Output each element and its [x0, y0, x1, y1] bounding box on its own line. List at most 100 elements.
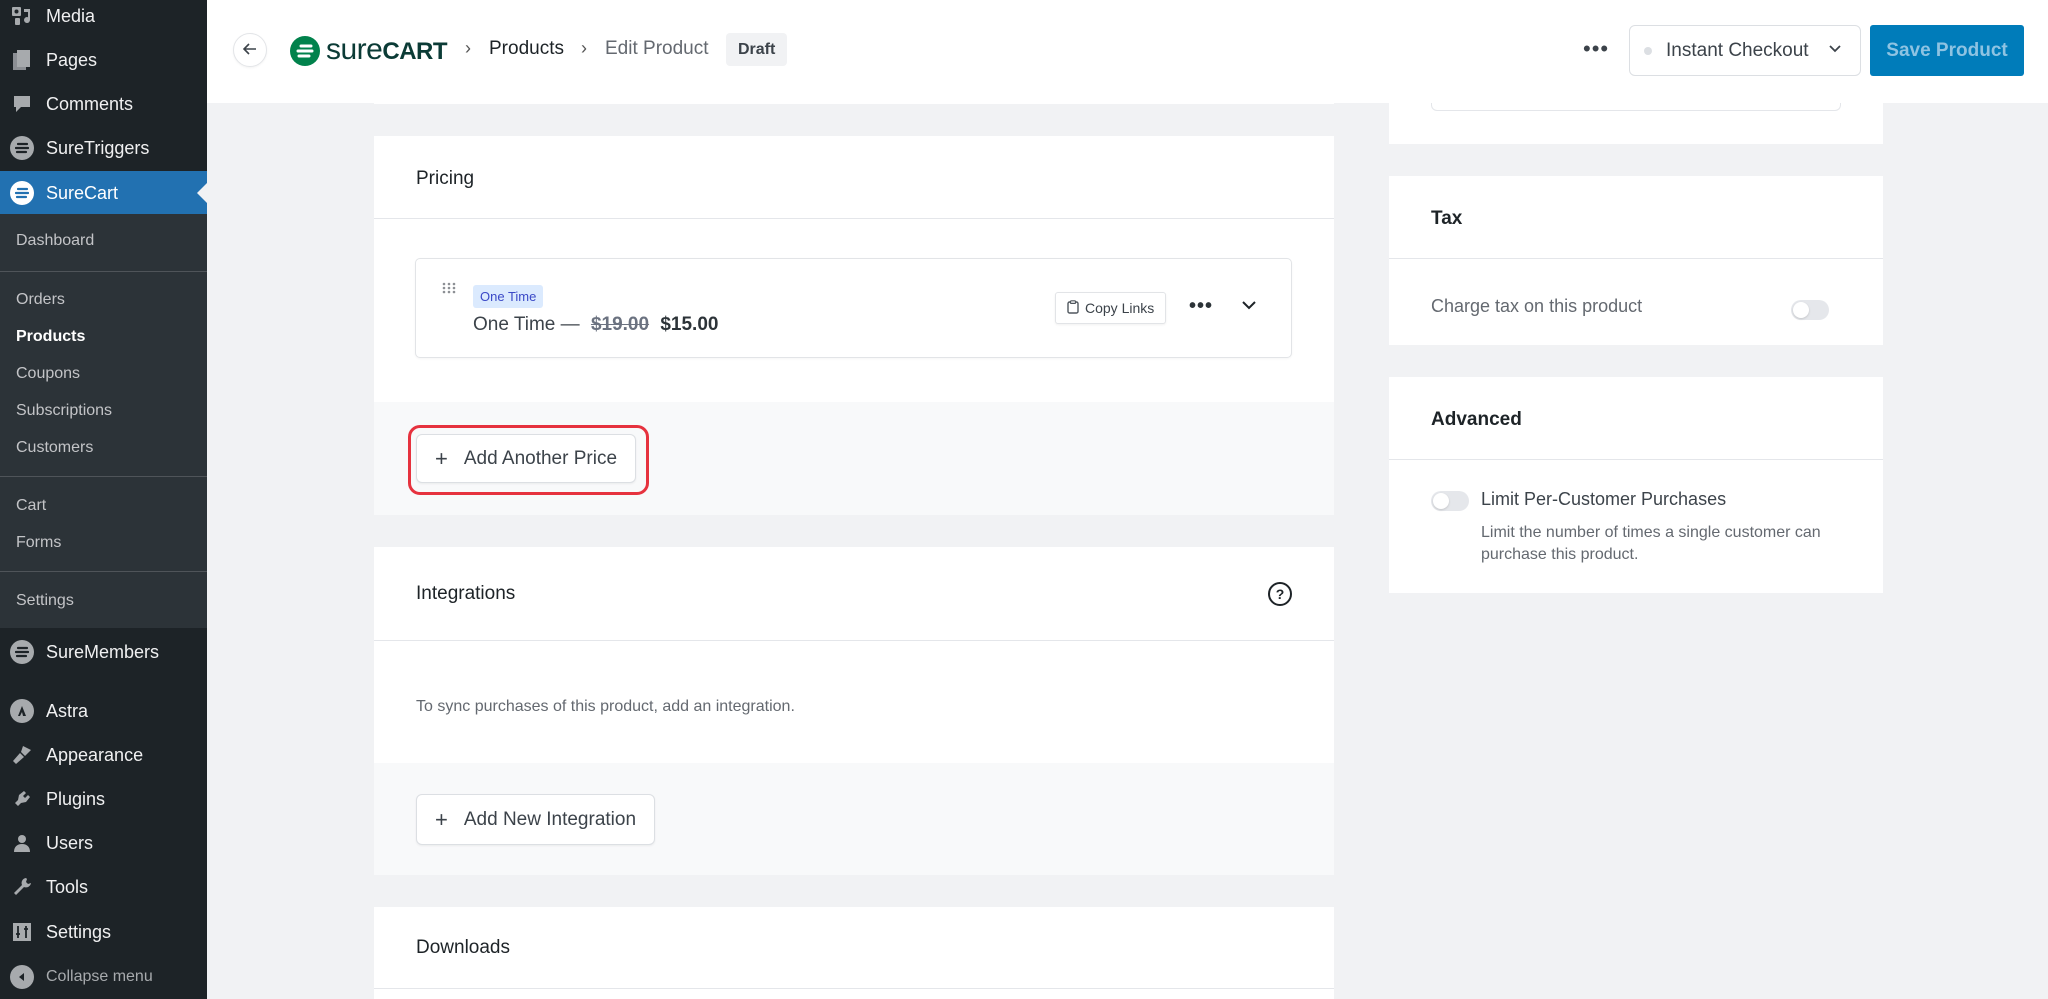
breadcrumb-edit-product: Edit Product: [605, 38, 709, 59]
sidebar-item-users[interactable]: Users: [0, 821, 207, 865]
sidebar-label: Comments: [46, 93, 134, 114]
pricing-card: Pricing One Time One Time — $19.00 $15.0…: [374, 136, 1334, 515]
sidebar-label: Tools: [46, 876, 89, 897]
add-integration-label: Add New Integration: [463, 808, 637, 830]
instant-checkout-label: Instant Checkout: [1666, 39, 1809, 61]
surecart-icon: [10, 181, 34, 205]
add-price-label: Add Another Price: [463, 447, 618, 469]
appearance-icon: [10, 743, 34, 767]
chevron-right-icon: ›: [465, 38, 471, 58]
submenu-divider: [0, 571, 207, 572]
pages-icon: [10, 48, 34, 72]
downloads-card: Downloads: [374, 907, 1334, 999]
surecart-submenu: Dashboard Orders Products Coupons Subscr…: [0, 214, 207, 628]
back-button[interactable]: [233, 33, 267, 67]
pricing-footer: + Add Another Price: [374, 402, 1334, 515]
pricing-title: Pricing: [416, 168, 475, 189]
sidebar-item-settings[interactable]: Settings: [0, 910, 207, 954]
sidebar-item-appearance[interactable]: Appearance: [0, 733, 207, 777]
tools-icon: [10, 875, 34, 899]
sidebar-item-surecart[interactable]: SureCart: [0, 171, 207, 215]
sidebar-label: Astra: [46, 700, 89, 721]
more-options-icon[interactable]: •••: [1189, 295, 1213, 318]
sidebar-label: Plugins: [46, 788, 106, 809]
plugins-icon: [10, 787, 34, 811]
submenu-cart[interactable]: Cart: [16, 497, 46, 515]
advanced-card: Advanced Limit Per-Customer Purchases Li…: [1389, 377, 1883, 593]
breadcrumb-products[interactable]: Products: [489, 38, 564, 60]
price-summary: One Time — $19.00 $15.00: [473, 314, 718, 336]
price-type-tag: One Time: [473, 285, 544, 308]
sidebar-item-pages[interactable]: Pages: [0, 38, 207, 82]
surecart-logo: sureCART: [290, 33, 448, 67]
sidebar-item-media[interactable]: Media: [0, 0, 207, 38]
sidebar-label: Settings: [46, 921, 112, 942]
suremembers-icon: [10, 640, 34, 664]
sidebar-label: Pages: [46, 49, 98, 70]
sidebar-item-tools[interactable]: Tools: [0, 865, 207, 909]
sidebar-item-plugins[interactable]: Plugins: [0, 777, 207, 821]
drag-handle-icon[interactable]: [442, 281, 456, 299]
sidebar-item-suretriggers[interactable]: SureTriggers: [0, 126, 207, 170]
add-new-integration-button[interactable]: + Add New Integration: [416, 794, 656, 845]
sidebar-label: SureTriggers: [46, 137, 150, 158]
sidebar-label: Users: [46, 832, 94, 853]
admin-sidebar: Media Pages Comments SureTriggers SureCa…: [0, 0, 207, 999]
surecart-logo-icon: [290, 36, 320, 66]
submenu-settings[interactable]: Settings: [16, 592, 74, 610]
chevron-down-icon: [1828, 41, 1842, 59]
submenu-customers[interactable]: Customers: [16, 439, 93, 457]
submenu-forms[interactable]: Forms: [16, 534, 61, 552]
card-divider: [374, 988, 1334, 989]
status-badge: Draft: [726, 33, 788, 66]
instant-checkout-dropdown[interactable]: Instant Checkout: [1629, 25, 1861, 76]
arrow-left-icon: [242, 42, 257, 58]
submenu-orders[interactable]: Orders: [16, 291, 65, 309]
sidebar-item-comments[interactable]: Comments: [0, 82, 207, 126]
price-name: One Time —: [473, 314, 580, 335]
settings-icon: [10, 920, 34, 944]
copy-links-button[interactable]: Copy Links: [1055, 292, 1167, 324]
astra-icon: [10, 699, 34, 723]
charge-tax-label: Charge tax on this product: [1431, 296, 1643, 316]
submenu-divider: [0, 271, 207, 272]
chevron-down-icon[interactable]: [1241, 297, 1257, 315]
sidebar-item-suremembers[interactable]: SureMembers: [0, 630, 207, 674]
chevron-right-icon: ›: [581, 38, 587, 58]
limit-purchases-toggle[interactable]: [1431, 491, 1469, 511]
active-indicator: [197, 183, 207, 203]
help-icon[interactable]: ?: [1268, 582, 1292, 606]
integrations-footer: + Add New Integration: [374, 763, 1334, 875]
downloads-title: Downloads: [416, 937, 510, 958]
advanced-title: Advanced: [1431, 409, 1522, 430]
collapse-menu-button[interactable]: Collapse menu: [0, 955, 207, 999]
card-divider: [1389, 258, 1883, 259]
add-another-price-button[interactable]: + Add Another Price: [416, 434, 637, 483]
submenu-divider: [0, 476, 207, 477]
save-product-button[interactable]: Save Product: [1870, 25, 2024, 76]
users-icon: [10, 831, 34, 855]
sidebar-item-astra[interactable]: Astra: [0, 689, 207, 733]
price-row[interactable]: One Time One Time — $19.00 $15.00 Copy L…: [415, 258, 1292, 358]
integrations-title: Integrations: [416, 583, 516, 604]
copy-links-label: Copy Links: [1085, 300, 1155, 316]
suretriggers-icon: [10, 136, 34, 160]
comments-icon: [10, 92, 34, 116]
current-price: $15.00: [660, 314, 719, 335]
surecart-logo-text: sureCART: [326, 33, 448, 66]
submenu-subscriptions[interactable]: Subscriptions: [16, 402, 112, 420]
submenu-dashboard[interactable]: Dashboard: [16, 232, 94, 250]
more-actions-icon[interactable]: •••: [1583, 36, 1609, 62]
clipboard-icon: [1067, 299, 1079, 317]
plus-icon: +: [435, 806, 448, 832]
submenu-coupons[interactable]: Coupons: [16, 365, 80, 383]
card-divider: [374, 640, 1334, 641]
limit-purchases-label: Limit Per-Customer Purchases: [1481, 489, 1727, 509]
tax-title: Tax: [1431, 208, 1463, 229]
charge-tax-toggle[interactable]: [1791, 300, 1829, 320]
card-divider: [1389, 459, 1883, 460]
sidebar-label: SureMembers: [46, 641, 160, 662]
submenu-products[interactable]: Products: [16, 328, 85, 346]
limit-purchases-description: Limit the number of times a single custo…: [1481, 524, 1821, 563]
page-header: sureCART › Products › Edit Product Draft…: [207, 0, 2048, 103]
